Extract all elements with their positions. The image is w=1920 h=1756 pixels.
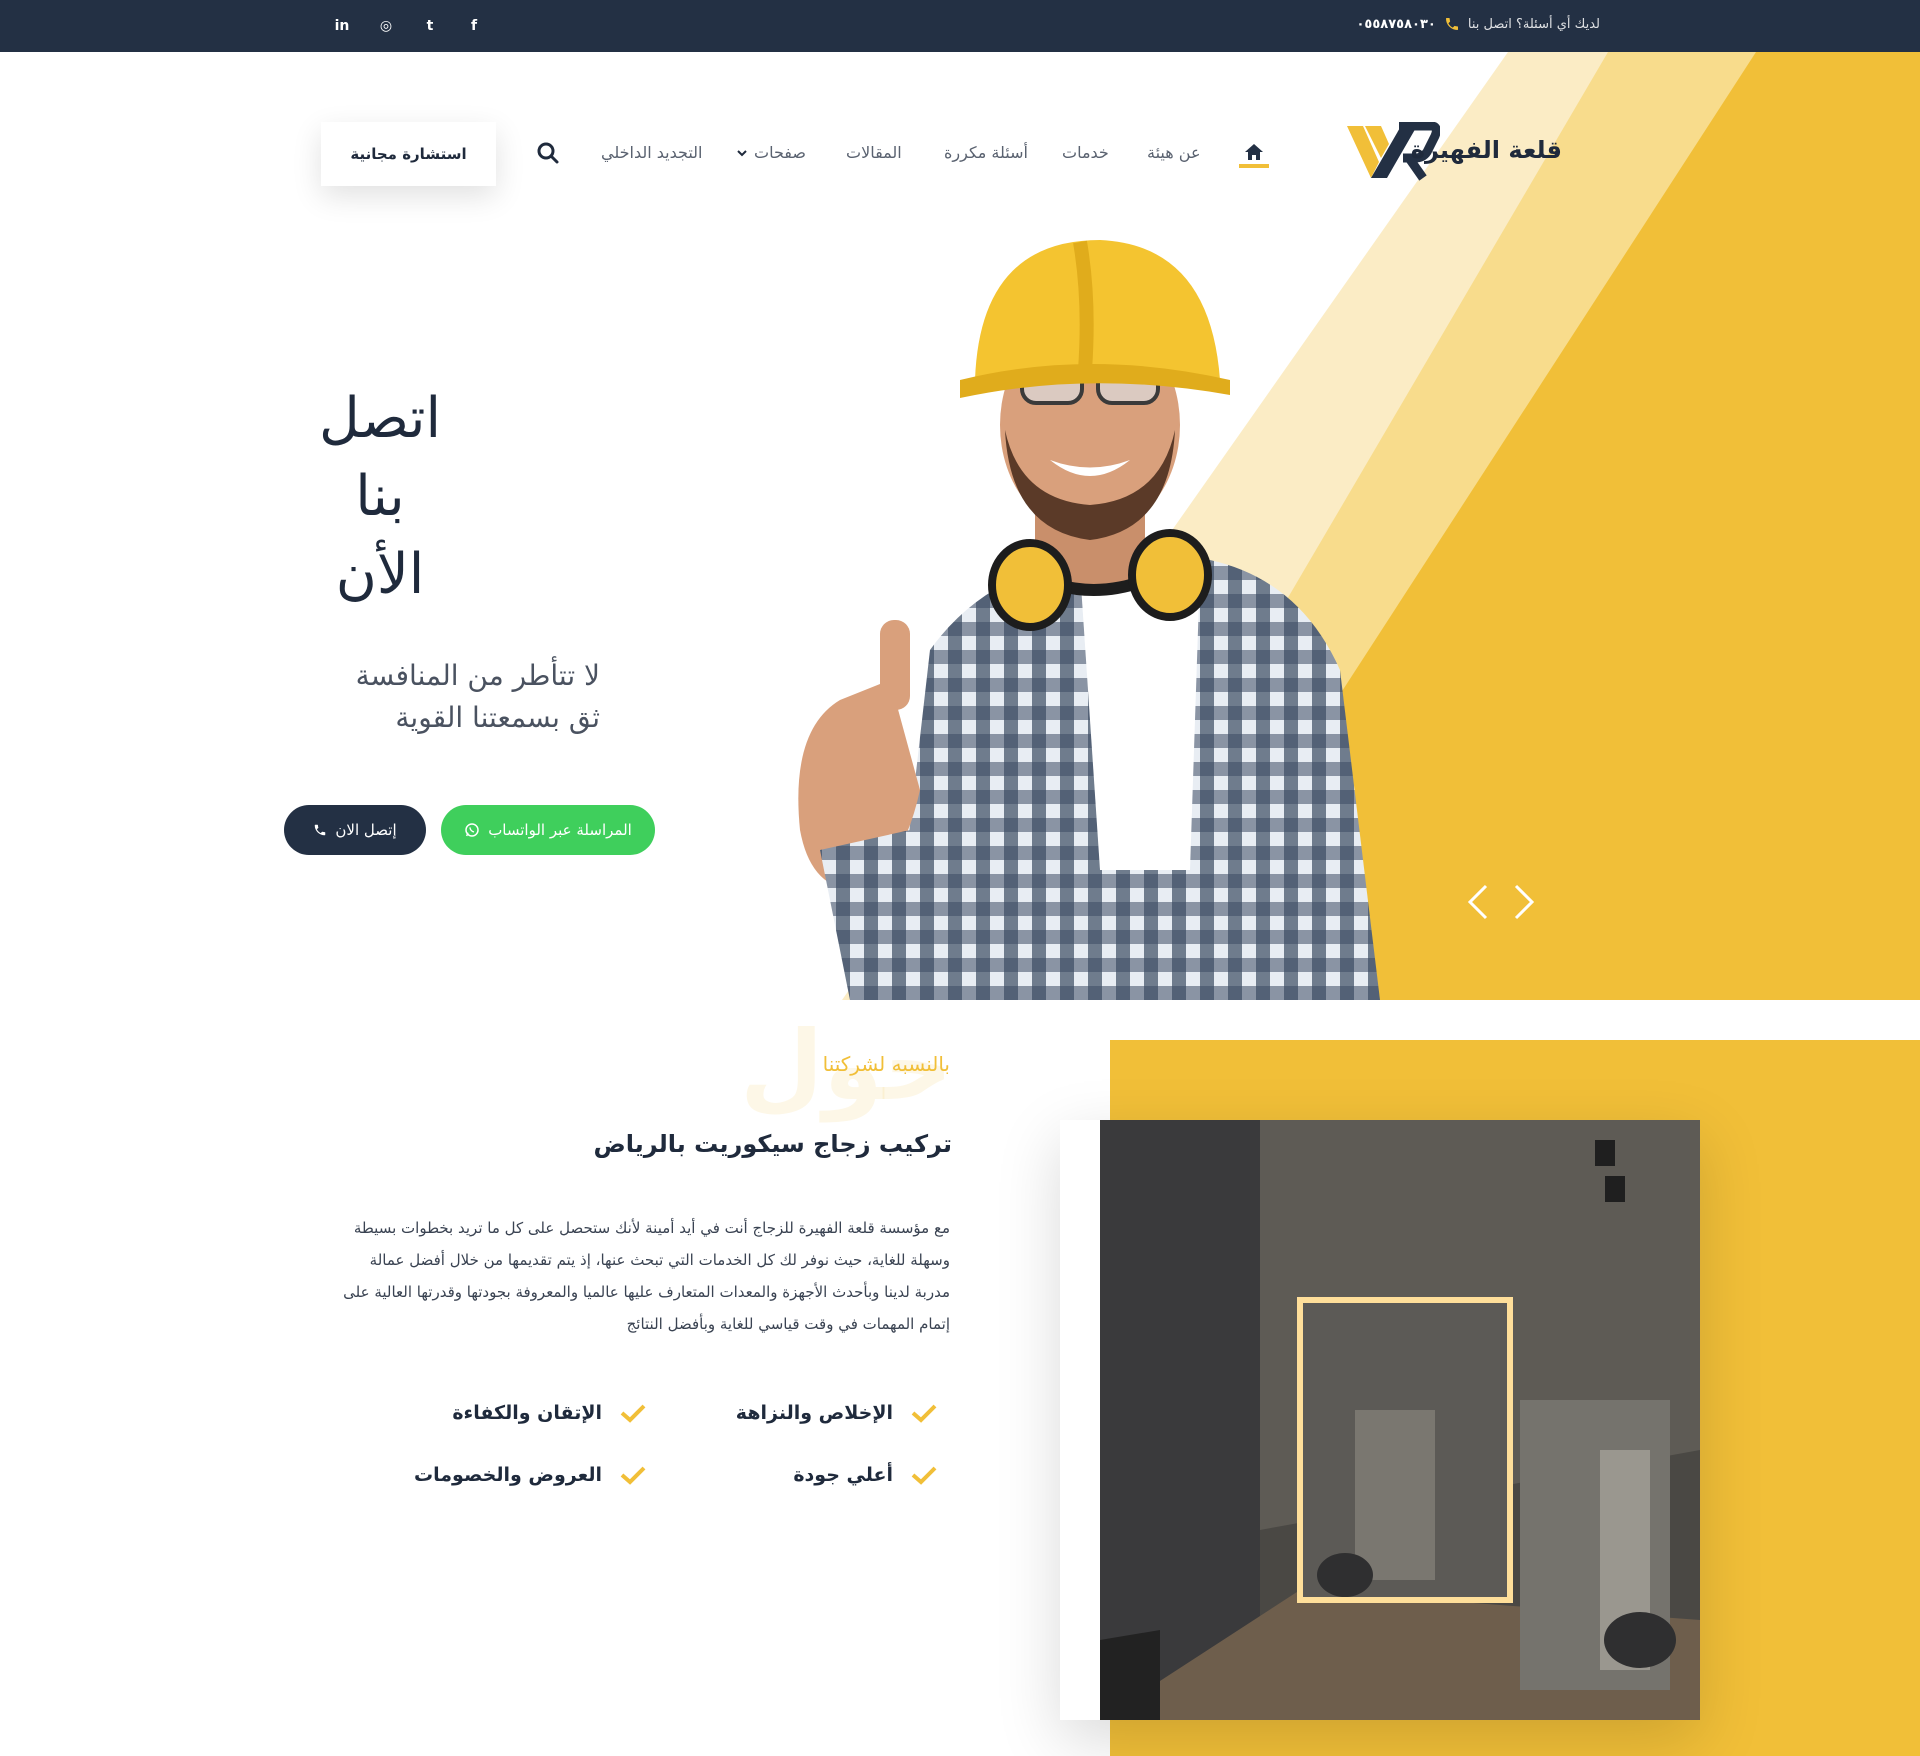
topbar-contact: لديك أي أسئلة؟ اتصل بنا ٠٥٥٨٧٥٨٠٣٠ [1357,16,1601,32]
active-indicator [1239,164,1269,168]
search-icon[interactable] [536,141,560,165]
phone-icon [1444,16,1460,32]
whatsapp-label: المراسلة عبر الواتساب [488,821,632,839]
top-bar [0,0,1920,52]
about-body: مع مؤسسة قلعة الفهيرة للزجاج أنت في أيد … [343,1219,950,1333]
facebook-icon[interactable]: f [464,16,484,36]
hero-title-line-2: بنا [355,464,405,529]
hero-subtitle-line-2: ثق بسمعتنا القوية [395,701,600,734]
whatsapp-icon [464,822,480,838]
phone-link[interactable]: ٠٥٥٨٧٥٨٠٣٠ [1357,17,1436,32]
hero-worker-image [780,230,1390,1000]
about-title: تركيب زجاج سيكوريت بالرياض [593,1130,953,1158]
feature-item: الإخلاص والنزاهة [736,1402,937,1424]
about-eyebrow: بالنسبه لشركتنا [822,1052,950,1076]
feature-label: الإتقان والكفاءة [452,1402,602,1424]
instagram-icon[interactable]: ◎ [376,16,396,36]
check-icon [911,1465,937,1485]
feature-label: العروض والخصومات [414,1464,602,1486]
nav-faq[interactable]: أسئلة مكررة [944,143,1028,162]
nav-interior-renovation[interactable]: التجديد الداخلي [601,143,703,162]
contact-question: لديك أي أسئلة؟ اتصل بنا [1467,16,1600,32]
hero-subtitle: لا تتأطر من المنافسة ثق بسمعتنا القوية [300,655,600,739]
free-consultation-button[interactable]: استشارة مجانية [321,122,496,186]
check-icon [911,1403,937,1423]
check-icon [620,1403,646,1423]
hero-title-line-3: الأن [335,542,425,607]
nav-pages-dropdown[interactable]: صفحات [736,143,806,162]
linkedin-icon[interactable]: in [332,16,352,36]
feature-label: أعلي جودة [793,1464,893,1486]
feature-item: أعلي جودة [793,1464,937,1486]
nav-home[interactable] [1239,142,1269,168]
slider-prev-arrow[interactable] [1466,882,1490,922]
about-room-image [1100,1120,1700,1720]
chevron-down-icon [736,147,748,159]
twitter-icon[interactable]: t [420,16,440,36]
phone-icon [313,823,327,837]
check-icon [620,1465,646,1485]
feature-item: العروض والخصومات [414,1464,646,1486]
whatsapp-button[interactable]: المراسلة عبر الواتساب [441,805,655,855]
feature-label: الإخلاص والنزاهة [735,1402,893,1424]
call-now-button[interactable]: إتصل الان [284,805,426,855]
nav-articles[interactable]: المقالات [846,143,902,162]
feature-item: الإتقان والكفاءة [452,1402,646,1424]
call-now-label: إتصل الان [335,821,397,839]
hero-title: اتصل بنا الأن [300,380,460,614]
home-icon [1245,144,1263,164]
slider-next-arrow[interactable] [1512,882,1536,922]
hero-subtitle-line-1: لا تتأطر من المنافسة [355,659,600,692]
brand-name[interactable]: قلعة الفهيرة [1411,136,1562,164]
nav-services[interactable]: خدمات [1062,143,1109,162]
hero-title-line-1: اتصل [318,386,442,451]
nav-about[interactable]: عن هيئة [1147,143,1200,162]
nav-pages-label: صفحات [754,143,806,162]
